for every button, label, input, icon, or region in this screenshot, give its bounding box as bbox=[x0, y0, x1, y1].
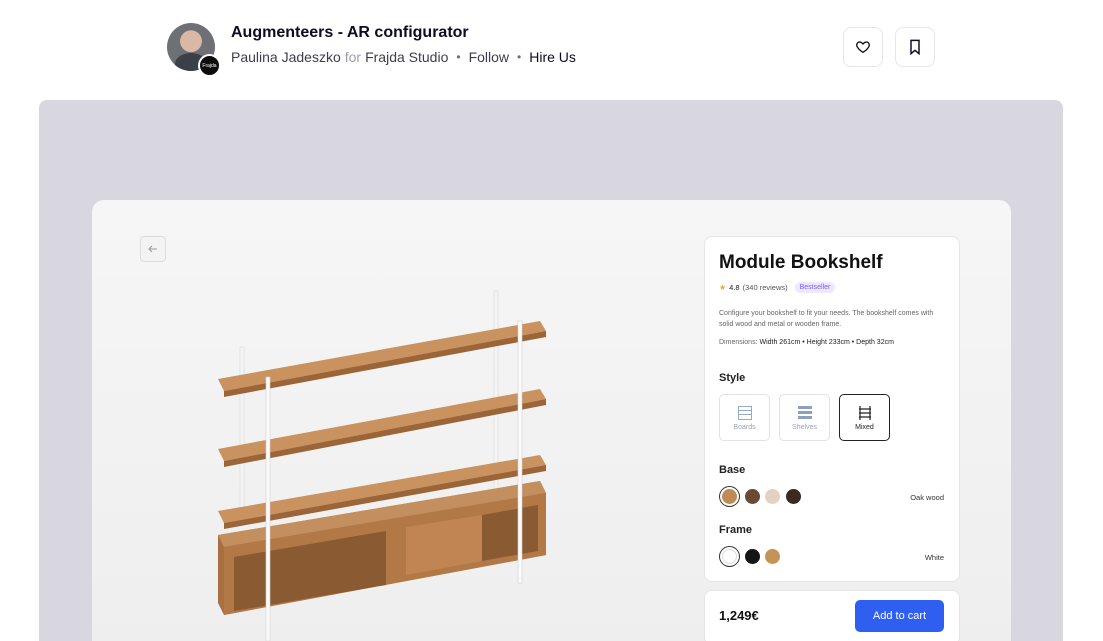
bookmark-icon bbox=[910, 39, 920, 55]
shot-title: Augmenteers - AR configurator bbox=[231, 24, 469, 41]
rating-value: 4.8 bbox=[729, 283, 740, 292]
hire-us-link[interactable]: Hire Us bbox=[529, 49, 576, 65]
for-label: for bbox=[344, 49, 362, 65]
rating-row: ★ 4.8 (340 reviews) Bestseller bbox=[719, 282, 836, 293]
frame-swatch-black[interactable] bbox=[745, 549, 760, 564]
shelves-icon bbox=[797, 405, 812, 419]
product-title: Module Bookshelf bbox=[719, 252, 883, 273]
frame-selected-name: White bbox=[924, 553, 944, 562]
separator-dot: • bbox=[456, 50, 461, 64]
star-icon: ★ bbox=[719, 283, 727, 292]
team-badge[interactable]: Frajda bbox=[198, 54, 221, 77]
heart-icon bbox=[856, 41, 870, 54]
team-badge-label: Frajda bbox=[202, 62, 217, 69]
back-button[interactable] bbox=[140, 236, 166, 262]
arrow-left-icon bbox=[148, 245, 157, 253]
style-label: Style bbox=[719, 372, 746, 384]
style-option-label: Shelves bbox=[792, 423, 817, 431]
price: 1,249€ bbox=[719, 608, 759, 623]
base-swatch-birch[interactable] bbox=[765, 489, 780, 504]
bestseller-badge: Bestseller bbox=[794, 282, 836, 293]
bookshelf-image bbox=[218, 290, 546, 641]
boards-icon bbox=[737, 405, 752, 420]
style-option-boards[interactable]: Boards bbox=[719, 394, 770, 441]
team-name-link[interactable]: Frajda Studio bbox=[365, 49, 448, 65]
add-to-cart-button[interactable]: Add to cart bbox=[855, 600, 944, 632]
mixed-icon bbox=[858, 405, 871, 420]
base-swatch-walnut[interactable] bbox=[745, 489, 760, 504]
base-swatch-dark[interactable] bbox=[786, 489, 801, 504]
byline: Paulina Jadeszko for Frajda Studio • Fol… bbox=[231, 49, 576, 65]
frame-label: Frame bbox=[719, 524, 753, 536]
review-count[interactable]: (340 reviews) bbox=[743, 283, 788, 292]
frame-swatch-wood[interactable] bbox=[765, 549, 780, 564]
base-selected-name: Oak wood bbox=[910, 493, 944, 502]
save-button[interactable] bbox=[895, 27, 935, 67]
frame-swatch-white[interactable] bbox=[722, 549, 737, 564]
style-option-mixed[interactable]: Mixed bbox=[839, 394, 890, 441]
style-option-label: Mixed bbox=[855, 423, 874, 431]
base-swatch-oak[interactable] bbox=[722, 489, 737, 504]
separator-dot: • bbox=[517, 50, 522, 64]
style-option-shelves[interactable]: Shelves bbox=[779, 394, 830, 441]
shot-header: Frajda Augmenteers - AR configurator Pau… bbox=[0, 0, 1103, 100]
follow-link[interactable]: Follow bbox=[469, 49, 509, 65]
base-label: Base bbox=[719, 464, 746, 476]
like-button[interactable] bbox=[843, 27, 883, 67]
style-option-label: Boards bbox=[733, 423, 756, 431]
product-description: Configure your bookshelf to fit your nee… bbox=[719, 310, 934, 328]
dimensions: Dimensions: Width 261cm • Height 233cm •… bbox=[719, 339, 894, 346]
dimensions-label: Dimensions: bbox=[719, 339, 758, 346]
author-name-link[interactable]: Paulina Jadeszko bbox=[231, 49, 341, 65]
dimensions-value: Width 261cm • Height 233cm • Depth 32cm bbox=[759, 339, 894, 346]
